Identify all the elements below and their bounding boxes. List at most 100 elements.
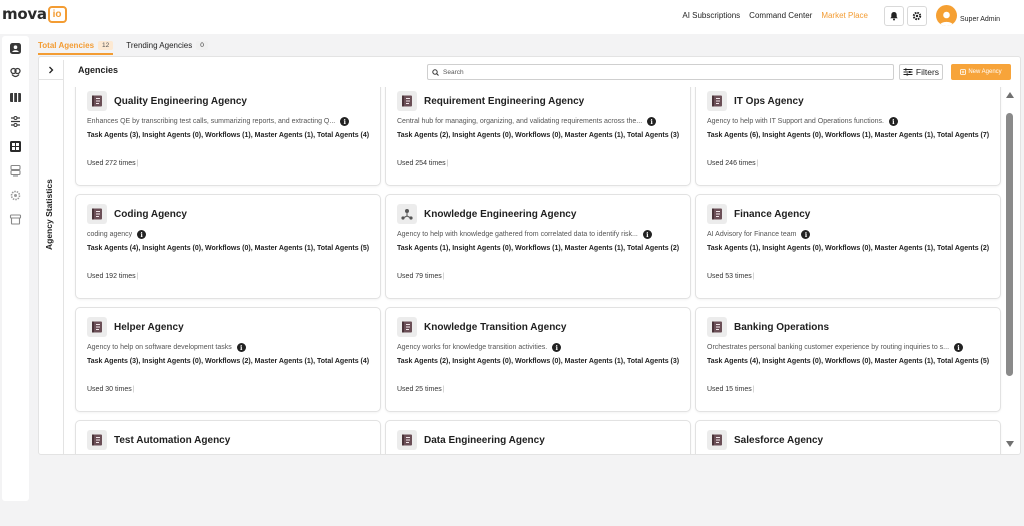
tab-count: 12 [98,40,114,50]
tab-trending-agencies[interactable]: Trending Agencies 0 [126,36,208,54]
book-stack-icon[interactable] [9,91,22,104]
card-header: IT Ops Agency [707,91,990,111]
card-description-row: Agency to help with IT Support and Opera… [707,117,990,126]
app-logo[interactable]: mova io [2,5,67,23]
usage-count: Used 25 times [397,386,442,393]
notifications-button[interactable] [884,6,904,26]
dashboard-icon[interactable] [9,140,22,153]
card-description: Enhances QE by transcribing test calls, … [87,118,336,125]
card-usage: Used 30 times| [87,386,135,393]
agency-card[interactable]: Helper Agency Agency to help on software… [75,307,381,412]
flow-icon[interactable] [9,115,22,128]
info-icon[interactable]: i [642,230,652,239]
agency-card[interactable]: Test Automation Agency [75,420,381,454]
usage-count: Used 246 times [707,160,756,167]
user-badge-icon[interactable] [9,42,22,55]
nav-command-center[interactable]: Command Center [749,11,812,20]
card-description-row: Agency to help with knowledge gathered f… [397,230,680,239]
usage-divider: | [132,386,135,393]
agencies-title: Agencies [78,65,119,75]
agency-card[interactable]: IT Ops Agency Agency to help with IT Sup… [695,87,1001,186]
book-icon [397,317,417,337]
nav-ai-subscriptions[interactable]: AI Subscriptions [682,11,740,20]
sliders-icon [903,68,913,76]
info-icon[interactable]: i [888,117,898,126]
card-title: Quality Engineering Agency [114,95,247,107]
card-usage: Used 25 times| [397,386,445,393]
book-icon [707,91,727,111]
agency-card[interactable]: Knowledge Transition Agency Agency works… [385,307,691,412]
card-header: Salesforce Agency [707,430,990,450]
card-description-row: Enhances QE by transcribing test calls, … [87,117,370,126]
agency-card[interactable]: Data Engineering Agency [385,420,691,454]
archive-icon[interactable] [9,213,22,226]
usage-count: Used 192 times [87,273,136,280]
agency-card[interactable]: Knowledge Engineering Agency Agency to h… [385,194,691,299]
tab-label: Trending Agencies [126,40,193,50]
card-title: Finance Agency [734,208,811,220]
card-agent-counts: Task Agents (3), Insight Agents (0), Wor… [87,358,370,365]
agency-card[interactable]: Banking Operations Orchestrates personal… [695,307,1001,412]
expand-stats-button[interactable] [39,60,63,80]
filters-label: Filters [915,67,940,77]
settings-button[interactable] [907,6,927,26]
cards-scrollbar[interactable] [1004,88,1016,452]
info-icon[interactable]: i [954,343,964,352]
nav-market-place[interactable]: Market Place [821,11,868,20]
info-icon[interactable]: i [340,117,350,126]
usage-divider: | [752,273,755,280]
card-agent-counts: Task Agents (2), Insight Agents (0), Wor… [397,358,680,365]
scroll-thumb[interactable] [1006,113,1013,376]
info-icon[interactable]: i [647,117,657,126]
search-box[interactable] [427,64,894,80]
network-icon [397,204,417,224]
card-usage: Used 15 times| [707,386,755,393]
info-icon[interactable]: i [552,343,562,352]
new-agency-button[interactable]: New Agency [951,64,1011,80]
card-title: Requirement Engineering Agency [424,95,585,107]
usage-count: Used 272 times [87,160,136,167]
card-description-row: Agency works for knowledge transition ac… [397,343,680,352]
scroll-down-arrow[interactable] [1006,441,1014,447]
card-usage: Used 53 times| [707,273,755,280]
info-icon[interactable]: i [236,343,246,352]
agency-card[interactable]: Quality Engineering Agency Enhances QE b… [75,87,381,186]
book-icon [87,317,107,337]
card-usage: Used 272 times| [87,160,138,167]
usage-divider: | [442,273,445,280]
info-icon[interactable]: i [137,230,147,239]
agency-card[interactable]: Coding Agency coding agency i Task Agent… [75,194,381,299]
agency-card[interactable]: Finance Agency AI Advisory for Finance t… [695,194,1001,299]
book-icon [87,204,107,224]
card-description-row: Central hub for managing, organizing, an… [397,117,680,126]
usage-divider: | [752,386,755,393]
card-agent-counts: Task Agents (6), Insight Agents (0), Wor… [707,132,990,139]
scroll-up-arrow[interactable] [1006,92,1014,98]
card-usage: Used 246 times| [707,160,758,167]
agency-card[interactable]: Requirement Engineering Agency Central h… [385,87,691,186]
card-agent-counts: Task Agents (2), Insight Agents (0), Wor… [397,132,680,139]
card-agent-counts: Task Agents (4), Insight Agents (0), Wor… [707,358,990,365]
card-description: coding agency [87,231,133,238]
filters-button[interactable]: Filters [899,64,943,80]
user-avatar[interactable] [936,5,957,26]
card-header: Banking Operations [707,317,990,337]
info-icon[interactable]: i [801,230,811,239]
card-title: Test Automation Agency [114,434,231,446]
search-input[interactable] [443,68,883,76]
usage-count: Used 53 times [707,273,752,280]
user-icon [939,11,954,26]
agency-cards-viewport: Quality Engineering Agency Enhances QE b… [70,87,1004,454]
card-title: Data Engineering Agency [424,434,545,446]
card-usage: Used 254 times| [397,160,448,167]
usage-divider: | [446,160,449,167]
tab-total-agencies[interactable]: Total Agencies 12 [38,36,114,55]
agency-card[interactable]: Salesforce Agency [695,420,1001,454]
card-title: Helper Agency [114,321,184,333]
brain-icon[interactable] [9,66,22,79]
new-agency-label: New Agency [968,69,1002,75]
server-icon[interactable] [9,164,22,177]
gear-chip-icon[interactable] [9,189,22,202]
card-description: Agency to help on software development t… [87,344,232,351]
usage-count: Used 254 times [397,160,446,167]
